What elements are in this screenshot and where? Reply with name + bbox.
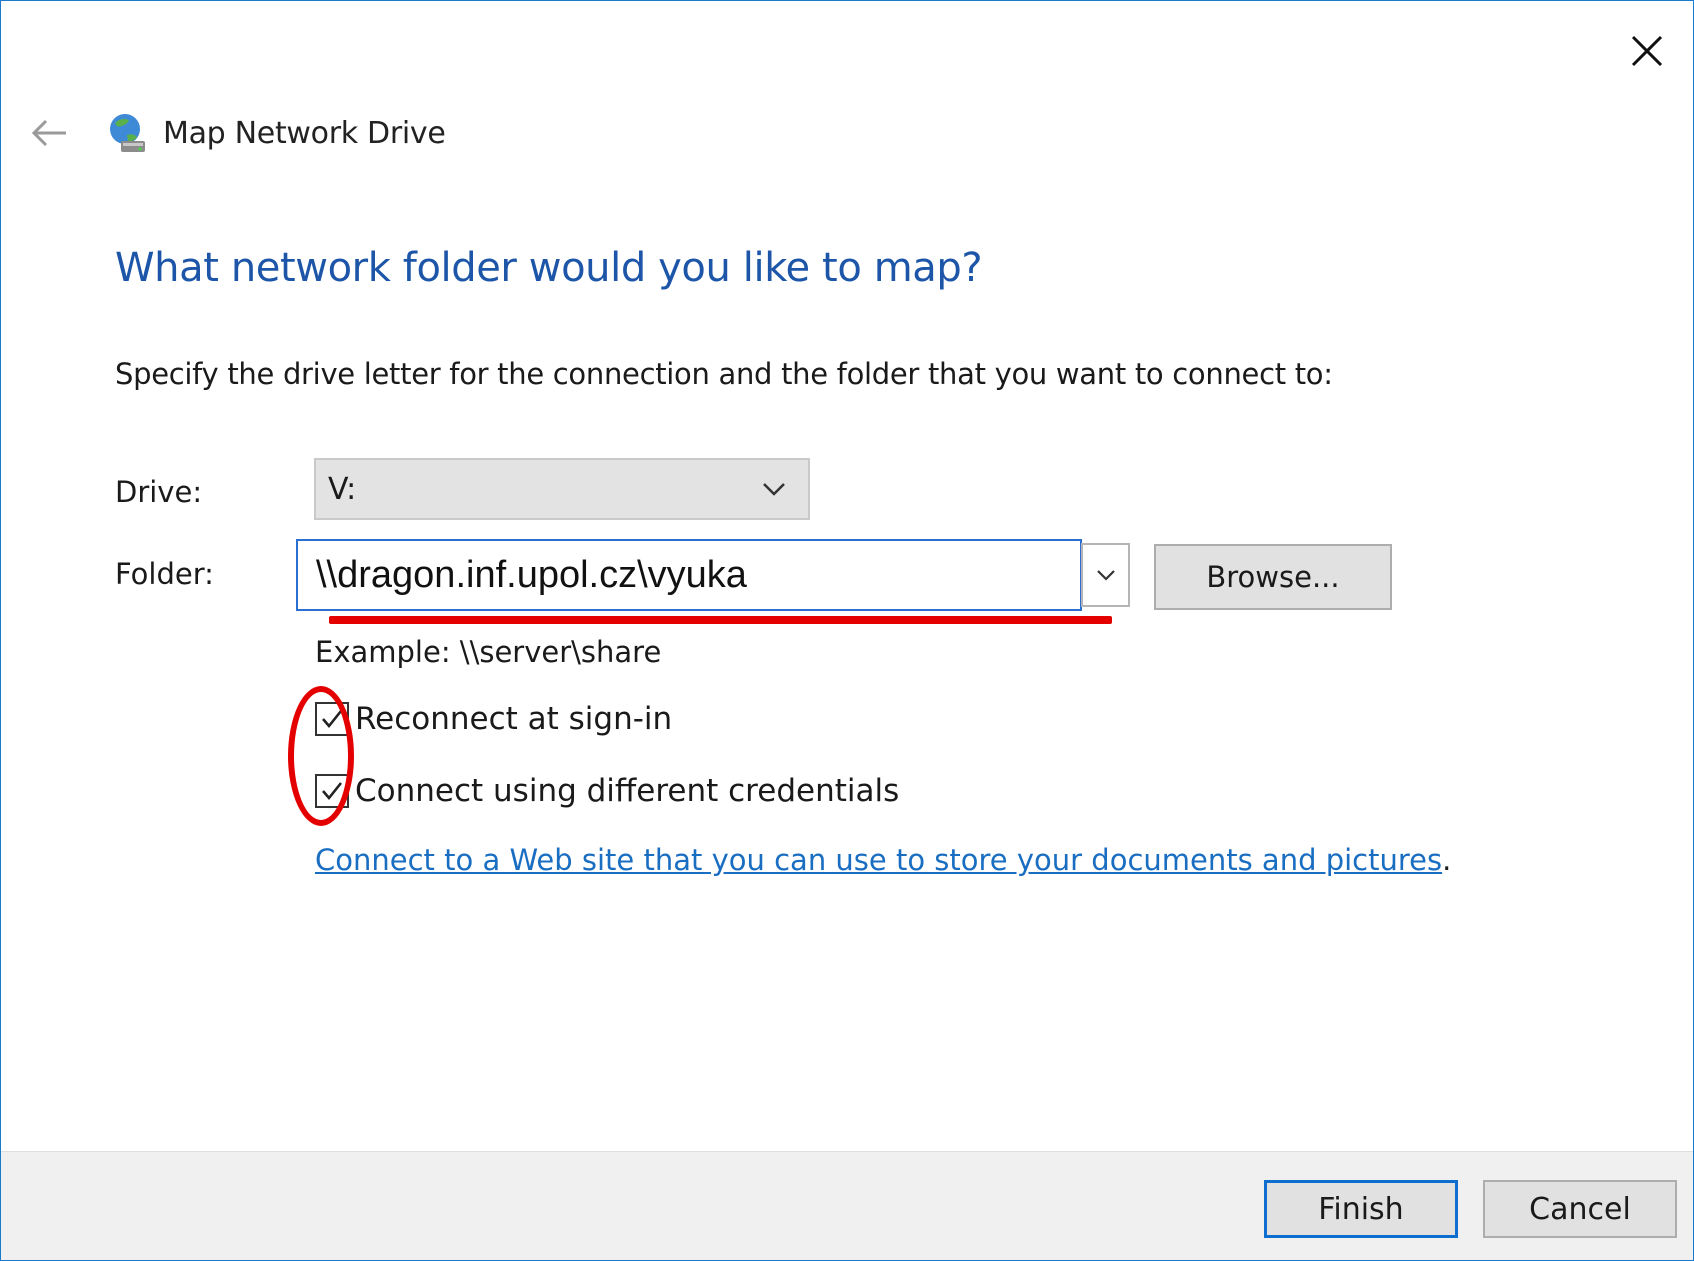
network-drive-icon — [110, 114, 145, 152]
cancel-button[interactable]: Cancel — [1483, 1180, 1677, 1238]
reconnect-option[interactable]: Reconnect at sign-in — [315, 701, 672, 737]
drive-label: Drive: — [115, 475, 203, 509]
different-credentials-label: Connect using different credentials — [355, 773, 900, 809]
instruction-text: Specify the drive letter for the connect… — [115, 357, 1333, 391]
drive-select[interactable]: V: — [314, 458, 810, 520]
folder-history-dropdown[interactable] — [1081, 543, 1130, 607]
close-icon — [1631, 35, 1663, 67]
different-credentials-option[interactable]: Connect using different credentials — [315, 773, 899, 809]
checkmark-icon — [322, 710, 343, 729]
checkmark-icon — [322, 782, 343, 801]
chevron-down-icon — [763, 483, 785, 496]
dialog-footer: Finish Cancel — [1, 1151, 1693, 1260]
close-button[interactable] — [1619, 23, 1675, 79]
web-site-link-row: Connect to a Web site that you can use t… — [315, 843, 1451, 877]
browse-button[interactable]: Browse... — [1154, 544, 1392, 610]
reconnect-label: Reconnect at sign-in — [355, 701, 673, 737]
drive-select-value: V: — [328, 471, 357, 507]
different-credentials-checkbox[interactable] — [315, 774, 349, 808]
chevron-down-icon — [1096, 570, 1115, 581]
folder-input[interactable]: \\dragon.inf.upol.cz\vyuka — [296, 539, 1082, 611]
web-site-link[interactable]: Connect to a Web site that you can use t… — [315, 843, 1442, 877]
annotation-underline — [329, 616, 1112, 624]
page-heading: What network folder would you like to ma… — [115, 245, 983, 291]
back-arrow-icon — [31, 119, 66, 147]
title-bar: Map Network Drive — [25, 107, 446, 159]
map-network-drive-dialog: Map Network Drive What network folder wo… — [0, 0, 1694, 1261]
window-title: Map Network Drive — [163, 115, 446, 151]
link-suffix: . — [1442, 843, 1452, 877]
back-button[interactable] — [25, 109, 73, 157]
finish-button[interactable]: Finish — [1264, 1180, 1458, 1238]
example-text: Example: \\server\share — [315, 635, 662, 669]
folder-label: Folder: — [115, 557, 214, 591]
reconnect-checkbox[interactable] — [315, 702, 349, 736]
